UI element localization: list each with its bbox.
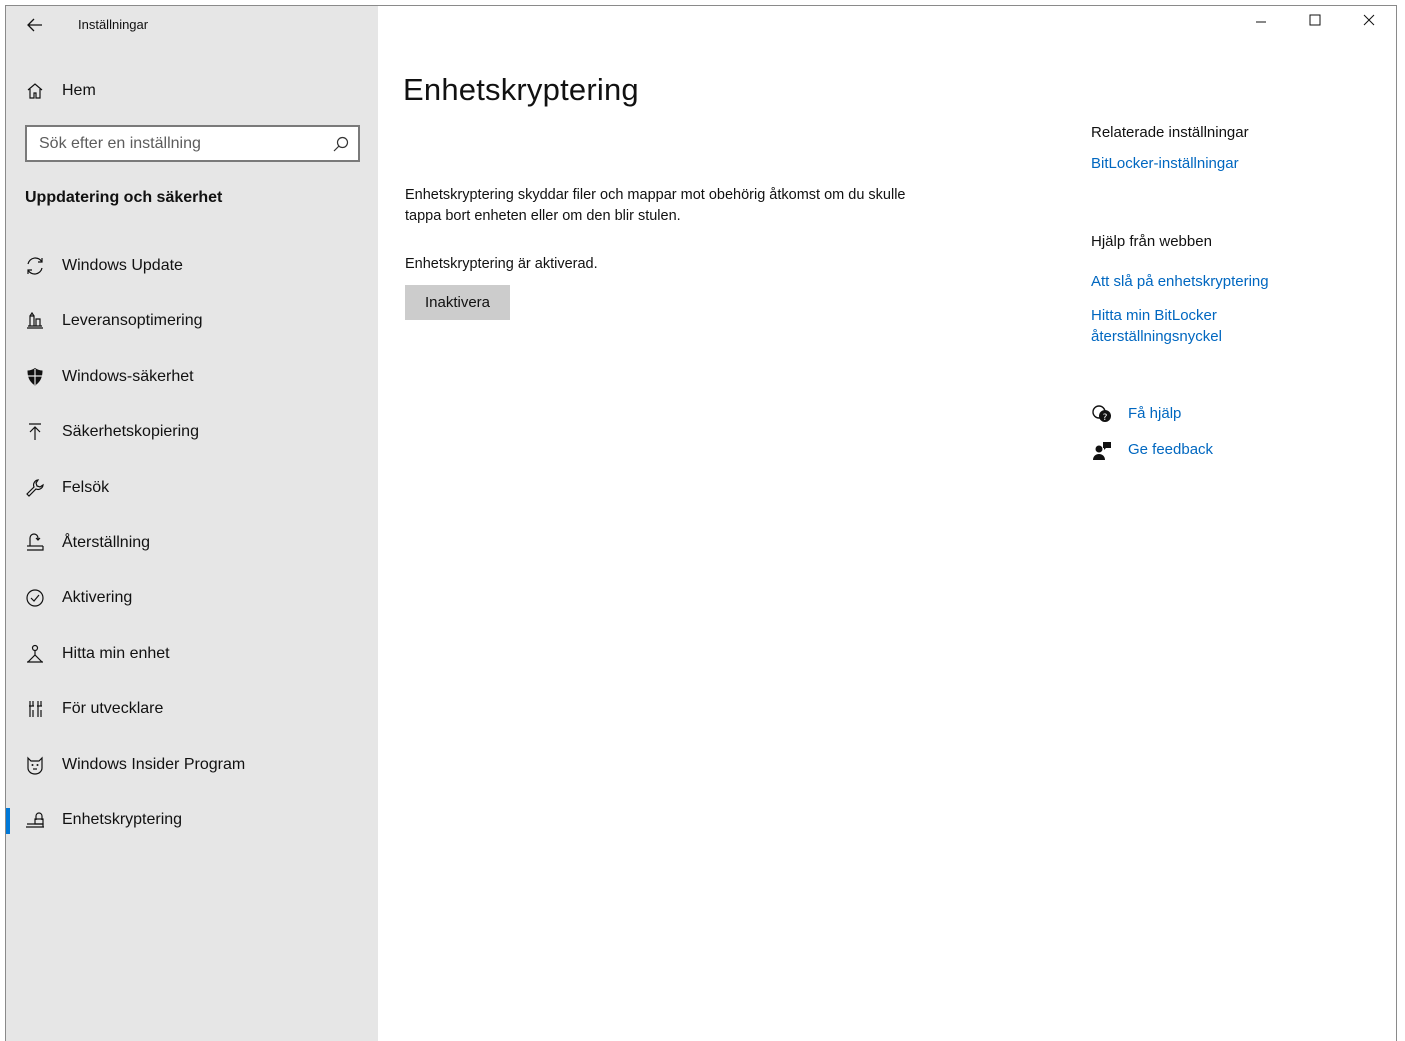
shield-icon [24,366,46,388]
backup-icon [24,421,46,443]
sidebar-item-recovery[interactable]: Återställning [6,515,378,570]
main-content: Enhetskryptering Enhetskryptering skydda… [378,6,1396,1041]
insider-cat-icon [24,754,46,776]
maximize-button[interactable] [1288,6,1342,38]
sidebar-nav: Windows Update Leveransoptimering Window… [6,238,378,847]
sidebar-item-for-developers[interactable]: För utvecklare [6,681,378,736]
maximize-icon [1309,13,1321,31]
sidebar: Inställningar Hem Uppdatering och säkerh… [6,6,378,1041]
back-arrow-icon[interactable] [20,12,50,40]
wrench-icon [24,477,46,499]
sidebar-item-label: Windows Insider Program [62,755,246,773]
related-settings-heading: Relaterade inställningar [1091,124,1249,141]
sync-icon [24,255,46,277]
search-box[interactable] [25,125,360,162]
home-label: Hem [62,82,96,99]
sidebar-item-label: Felsök [62,478,110,496]
window-controls [1234,6,1396,38]
recovery-icon [24,532,46,554]
web-help-heading: Hjälp från webben [1091,233,1212,250]
section-title: Uppdatering och säkerhet [25,189,223,206]
sidebar-item-label: Windows Update [62,257,183,274]
sidebar-item-find-my-device[interactable]: Hitta min enhet [6,626,378,681]
close-button[interactable] [1342,6,1396,38]
sidebar-item-label: Windows-säkerhet [62,367,194,385]
sidebar-item-label: Återställning [62,533,151,551]
sidebar-item-backup[interactable]: Säkerhetskopiering [6,404,378,459]
find-device-icon [24,643,46,665]
developer-icon [24,698,46,720]
sidebar-item-delivery-optimization[interactable]: Leveransoptimering [6,293,378,348]
sidebar-item-label: Aktivering [62,589,133,607]
sidebar-item-windows-security[interactable]: Windows-säkerhet [6,349,378,404]
sidebar-item-label: Hitta min enhet [62,644,170,662]
sidebar-item-activation[interactable]: Aktivering [6,570,378,625]
sidebar-item-device-encryption[interactable]: Enhetskryptering [6,792,378,847]
disable-button[interactable]: Inaktivera [405,285,510,320]
find-recovery-key-link[interactable]: Hitta min BitLocker återställningsnyckel [1091,305,1291,347]
minimize-button[interactable] [1234,6,1288,38]
description-text: Enhetskryptering skyddar filer och mappa… [405,187,906,224]
sidebar-item-label: Säkerhetskopiering [62,423,199,441]
sidebar-item-windows-update[interactable]: Windows Update [6,238,378,293]
close-icon [1363,13,1375,31]
minimize-icon [1255,13,1267,31]
give-feedback-link[interactable]: Ge feedback [1128,441,1213,458]
search-input[interactable] [27,127,317,160]
feedback-icon [1091,440,1113,462]
encryption-status: Enhetskryptering är aktiverad. [405,256,598,272]
svg-text:?: ? [1103,413,1108,423]
sidebar-item-troubleshoot[interactable]: Felsök [6,460,378,515]
device-encryption-icon [24,809,46,831]
get-help-link[interactable]: Få hjälp [1128,405,1181,422]
sidebar-item-label: Leveransoptimering [62,312,203,330]
search-icon[interactable] [332,135,350,153]
turn-on-encryption-link[interactable]: Att slå på enhetskryptering [1091,273,1269,290]
sidebar-item-label: Enhetskryptering [62,810,183,828]
home-icon [25,81,45,101]
get-help-icon: ? [1091,404,1113,426]
sidebar-item-windows-insider[interactable]: Windows Insider Program [6,737,378,792]
delivery-optimization-icon [24,310,46,332]
home-nav-item[interactable]: Hem [6,74,378,108]
page-title: Enhetskryptering [403,72,639,107]
sidebar-item-label: För utvecklare [62,700,164,718]
bitlocker-settings-link[interactable]: BitLocker-inställningar [1091,155,1239,172]
check-circle-icon [24,587,46,609]
settings-window: Inställningar Hem Uppdatering och säkerh… [5,5,1397,1041]
app-title: Inställningar [78,17,149,32]
active-indicator [6,807,10,834]
